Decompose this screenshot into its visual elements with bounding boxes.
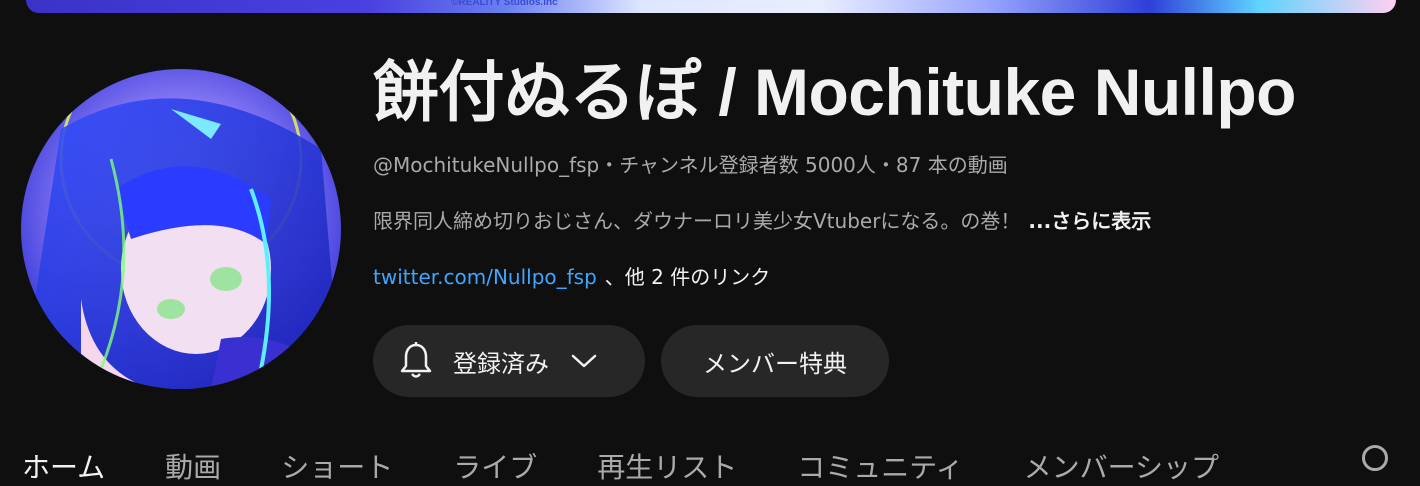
chevron-down-icon [571, 354, 597, 368]
search-icon[interactable] [1362, 445, 1388, 471]
meta-separator: ・ [875, 153, 896, 177]
avatar-illustration [21, 69, 341, 389]
subscribed-button[interactable]: 登録済み [373, 325, 645, 397]
channel-name: 餅付ぬるぽ / Mochituke Nullpo [373, 55, 1297, 129]
channel-tabs: ホーム 動画 ショート ライブ 再生リスト コミュニティ メンバーシップ [22, 446, 1219, 486]
tab-live[interactable]: ライブ [453, 446, 537, 486]
membership-label: メンバー特典 [703, 349, 847, 378]
twitter-link[interactable]: twitter.com/Nullpo_fsp [373, 265, 597, 289]
description-text: 限界同人締め切りおじさん、ダウナーロリ美少女Vtuberになる。の巻！ [373, 209, 1021, 233]
tab-membership[interactable]: メンバーシップ [1024, 446, 1219, 486]
channel-meta: @MochitukeNullpo_fsp・チャンネル登録者数 5000人・87 … [373, 152, 1393, 178]
banner-credit: ©REALITY Studios.inc [451, 0, 558, 8]
bell-icon [400, 342, 432, 378]
tab-community[interactable]: コミュニティ [797, 446, 963, 486]
channel-description[interactable]: 限界同人締め切りおじさん、ダウナーロリ美少女Vtuberになる。の巻！ ...さら… [373, 208, 1393, 234]
channel-actions: 登録済み メンバー特典 [373, 325, 889, 397]
meta-separator: ・ [599, 153, 620, 177]
membership-button[interactable]: メンバー特典 [661, 325, 889, 397]
video-count: 87 本の動画 [895, 153, 1008, 177]
channel-info: 餅付ぬるぽ / Mochituke Nullpo @MochitukeNullp… [373, 52, 1393, 290]
subscribed-label: 登録済み [453, 349, 549, 378]
show-more-link[interactable]: ...さらに表示 [1028, 209, 1151, 233]
channel-banner: ©REALITY Studios.inc [26, 0, 1396, 13]
tab-home[interactable]: ホーム [22, 446, 105, 486]
channel-links: twitter.com/Nullpo_fsp 、他 2 件のリンク [373, 264, 1393, 290]
channel-handle: @MochitukeNullpo_fsp [373, 153, 600, 177]
subscriber-count: チャンネル登録者数 5000人 [619, 153, 876, 177]
channel-avatar[interactable] [21, 69, 341, 389]
tab-shorts[interactable]: ショート [281, 446, 393, 486]
more-links-link[interactable]: 、他 2 件のリンク [605, 265, 770, 289]
tab-playlists[interactable]: 再生リスト [597, 446, 737, 486]
tab-videos[interactable]: 動画 [165, 446, 221, 486]
